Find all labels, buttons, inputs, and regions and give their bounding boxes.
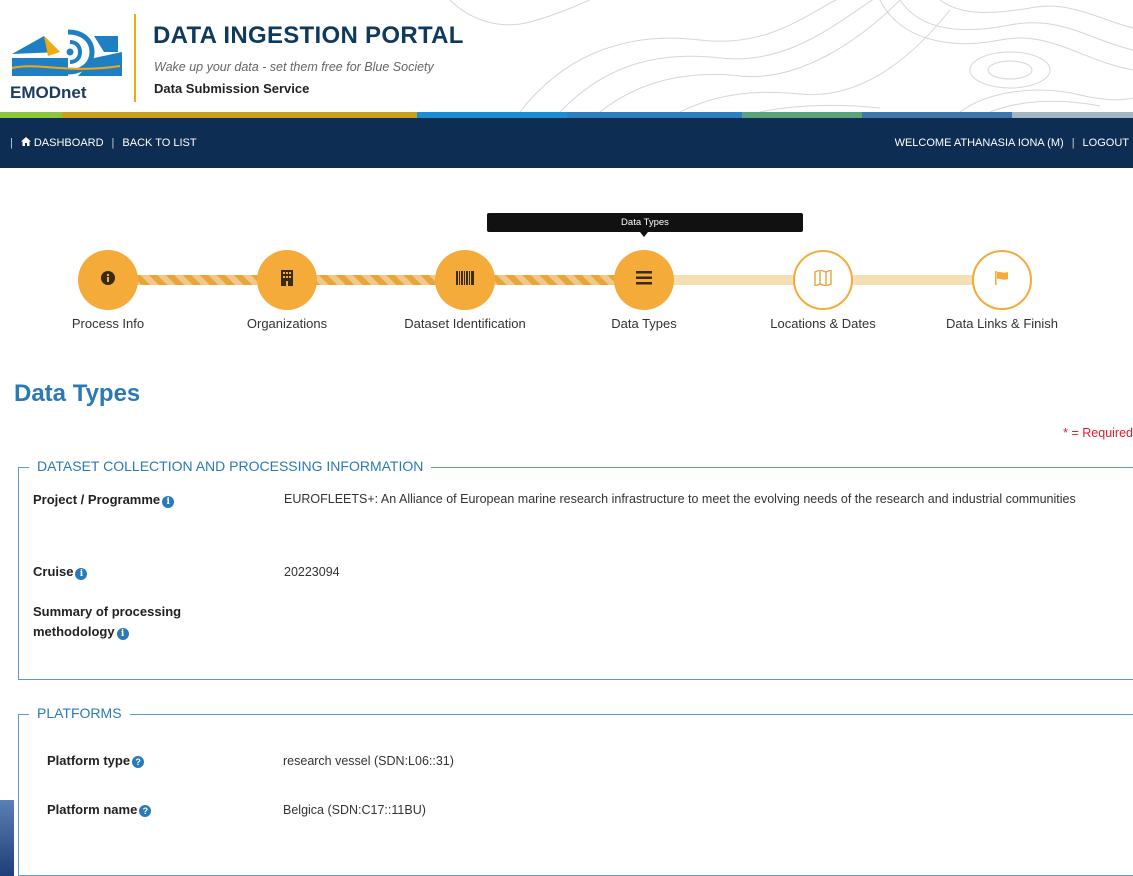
platform-type-label: Platform type? — [47, 751, 145, 771]
list-icon — [636, 270, 652, 290]
step-dataset-identification[interactable] — [435, 250, 495, 310]
platform-name-value: Belgica (SDN:C17::11BU) — [283, 803, 426, 817]
step-organizations[interactable] — [257, 250, 317, 310]
step-label-locations-dates[interactable]: Locations & Dates — [738, 316, 908, 331]
help-icon[interactable]: ? — [132, 756, 145, 768]
emodnet-logo-mark — [11, 29, 122, 76]
step-locations-dates[interactable] — [793, 250, 853, 310]
info-icon — [101, 270, 115, 290]
tooltip-arrow — [640, 232, 648, 237]
required-note: * = Required — [1063, 426, 1133, 440]
cruise-label: Cruise i — [33, 562, 88, 582]
project-label: Project / Programme i — [33, 490, 175, 510]
background-edge — [0, 800, 14, 876]
step-label-dataset-identification[interactable]: Dataset Identification — [380, 316, 550, 331]
home-icon — [20, 137, 31, 149]
nav-back-to-list-link[interactable]: BACK TO LIST — [122, 137, 196, 149]
building-icon — [281, 269, 293, 291]
step-label-organizations[interactable]: Organizations — [202, 316, 372, 331]
info-icon[interactable]: i — [116, 628, 129, 640]
step-tooltip: Data Types — [487, 213, 803, 232]
info-icon[interactable]: i — [75, 568, 88, 580]
step-label-data-types[interactable]: Data Types — [559, 316, 729, 331]
barcode-icon — [456, 270, 474, 290]
portal-service-name: Data Submission Service — [154, 81, 310, 96]
nav-logout-link[interactable]: LOGOUT — [1083, 137, 1129, 149]
step-label-data-links-finish[interactable]: Data Links & Finish — [917, 316, 1087, 331]
step-process-info[interactable] — [78, 250, 138, 310]
nav-separator: | — [10, 137, 13, 149]
nav-separator: | — [111, 137, 115, 149]
page-title: Data Types — [14, 380, 141, 407]
portal-tagline: Wake up your data - set them free for Bl… — [154, 60, 434, 74]
portal-title: DATA INGESTION PORTAL — [153, 22, 464, 49]
nav-dashboard-link[interactable]: DASHBOARD — [20, 137, 104, 149]
top-navbar: | DASHBOARD | BACK TO LIST WELCOME ATHAN… — [0, 118, 1133, 168]
summary-label: Summary of processing methodology i — [33, 602, 223, 642]
cruise-value: 20223094 — [284, 565, 340, 579]
map-icon — [814, 268, 832, 291]
platforms-fieldset: PLATFORMS Platform type? research vessel… — [18, 705, 1133, 876]
cruise-label-text: Cruise — [33, 564, 74, 579]
platform-type-label-text: Platform type — [47, 753, 131, 768]
project-label-text: Project / Programme — [33, 492, 161, 507]
project-value: EUROFLEETS+: An Alliance of European mar… — [284, 492, 1076, 506]
info-icon[interactable]: i — [162, 496, 175, 508]
step-data-types[interactable] — [614, 250, 674, 310]
logo-wordmark: EMODnet — [10, 83, 87, 102]
platform-name-label-text: Platform name — [47, 802, 138, 817]
collection-legend: DATASET COLLECTION AND PROCESSING INFORM… — [29, 458, 432, 474]
platform-type-value: research vessel (SDN:L06::31) — [283, 754, 454, 768]
logo-divider — [134, 14, 136, 102]
step-data-links-finish[interactable] — [972, 250, 1032, 310]
help-icon[interactable]: ? — [139, 805, 152, 817]
platforms-legend: PLATFORMS — [29, 705, 130, 721]
flag-icon — [995, 270, 1009, 290]
portal-header: EMODnet DATA INGESTION PORTAL Wake up yo… — [0, 0, 1133, 112]
summary-label-text: Summary of processing methodology — [33, 604, 182, 639]
collection-fieldset: DATASET COLLECTION AND PROCESSING INFORM… — [18, 458, 1133, 680]
platform-name-label: Platform name? — [47, 800, 152, 820]
step-label-process-info[interactable]: Process Info — [23, 316, 193, 331]
nav-separator: | — [1071, 137, 1075, 149]
progress-track-done — [108, 275, 644, 285]
nav-welcome-user[interactable]: WELCOME ATHANASIA IONA (M) — [895, 137, 1064, 149]
wizard-progress: Data Types Process Info Organizations Da… — [0, 168, 1133, 358]
nav-dashboard-label: DASHBOARD — [33, 137, 104, 149]
